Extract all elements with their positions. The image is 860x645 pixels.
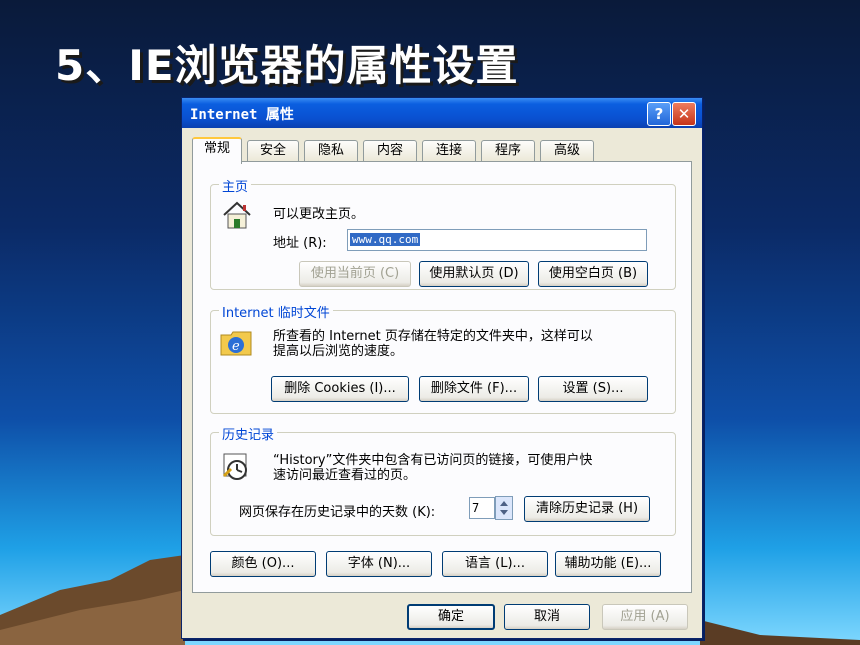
history-group-title: 历史记录 <box>219 424 278 443</box>
history-days-value: 7 <box>472 501 480 515</box>
delete-cookies-button[interactable]: 删除 Cookies (I)... <box>271 376 409 402</box>
colors-button[interactable]: 颜色 (O)... <box>210 551 316 577</box>
history-days-spinner[interactable] <box>495 496 513 520</box>
temp-files-description-line2: 提高以后浏览的速度。 <box>273 344 404 359</box>
tab-programs[interactable]: 程序 <box>481 140 535 161</box>
use-default-page-button[interactable]: 使用默认页 (D) <box>419 261 529 287</box>
temp-files-group-title: Internet 临时文件 <box>219 302 333 321</box>
svg-text:e: e <box>232 339 240 354</box>
address-label: 地址 (R): <box>273 236 327 251</box>
clear-history-button[interactable]: 清除历史记录 (H) <box>524 496 650 522</box>
use-blank-page-button[interactable]: 使用空白页 (B) <box>538 261 648 287</box>
dialog-title: Internet 属性 <box>190 107 294 123</box>
homepage-group-title: 主页 <box>219 176 252 195</box>
delete-files-button[interactable]: 删除文件 (F)... <box>419 376 529 402</box>
use-current-page-button[interactable]: 使用当前页 (C) <box>299 261 411 287</box>
tab-general[interactable]: 常规 <box>192 137 242 164</box>
close-button[interactable]: ✕ <box>672 102 696 126</box>
languages-button[interactable]: 语言 (L)... <box>442 551 548 577</box>
history-group: 历史记录 “History”文件夹中包含有已访问页的链接，可使用户快 速访问最近… <box>210 424 676 536</box>
homepage-address-input[interactable]: www.qq.com <box>347 229 647 251</box>
history-clock-icon <box>222 453 247 480</box>
tab-security[interactable]: 安全 <box>247 140 299 161</box>
history-description-line2: 速访问最近查看过的页。 <box>273 468 417 483</box>
settings-button[interactable]: 设置 (S)... <box>538 376 648 402</box>
homepage-description: 可以更改主页。 <box>273 207 365 222</box>
tab-privacy[interactable]: 隐私 <box>304 140 358 161</box>
tab-advanced[interactable]: 高级 <box>540 140 594 161</box>
homepage-group: 主页 可以更改主页。 地址 (R): www.qq.com 使用当前页 (C) … <box>210 176 676 290</box>
tab-connections[interactable]: 连接 <box>422 140 476 161</box>
internet-properties-dialog: Internet 属性 ? ✕ 常规 安全 隐私 内容 连接 程序 高级 主页 … <box>181 97 703 639</box>
cancel-button[interactable]: 取消 <box>504 604 590 630</box>
accessibility-button[interactable]: 辅助功能 (E)... <box>555 551 661 577</box>
ie-folder-icon: e <box>220 331 252 356</box>
slide-title: 5、IE浏览器的属性设置 <box>55 41 519 90</box>
temp-files-group: Internet 临时文件 e 所查看的 Internet 页存储在特定的文件夹… <box>210 302 676 414</box>
address-value: www.qq.com <box>350 233 421 246</box>
help-button[interactable]: ? <box>647 102 671 126</box>
fonts-button[interactable]: 字体 (N)... <box>326 551 432 577</box>
tab-content[interactable]: 内容 <box>363 140 417 161</box>
ok-button[interactable]: 确定 <box>407 604 495 630</box>
history-days-label: 网页保存在历史记录中的天数 (K): <box>239 505 436 520</box>
spinner-arrows-icon <box>500 501 508 515</box>
dialog-titlebar[interactable]: Internet 属性 ? ✕ <box>182 98 702 128</box>
tab-panel-general: 主页 可以更改主页。 地址 (R): www.qq.com 使用当前页 (C) … <box>192 161 692 593</box>
apply-button[interactable]: 应用 (A) <box>602 604 688 630</box>
home-icon <box>223 201 251 229</box>
history-days-input[interactable]: 7 <box>469 497 495 519</box>
